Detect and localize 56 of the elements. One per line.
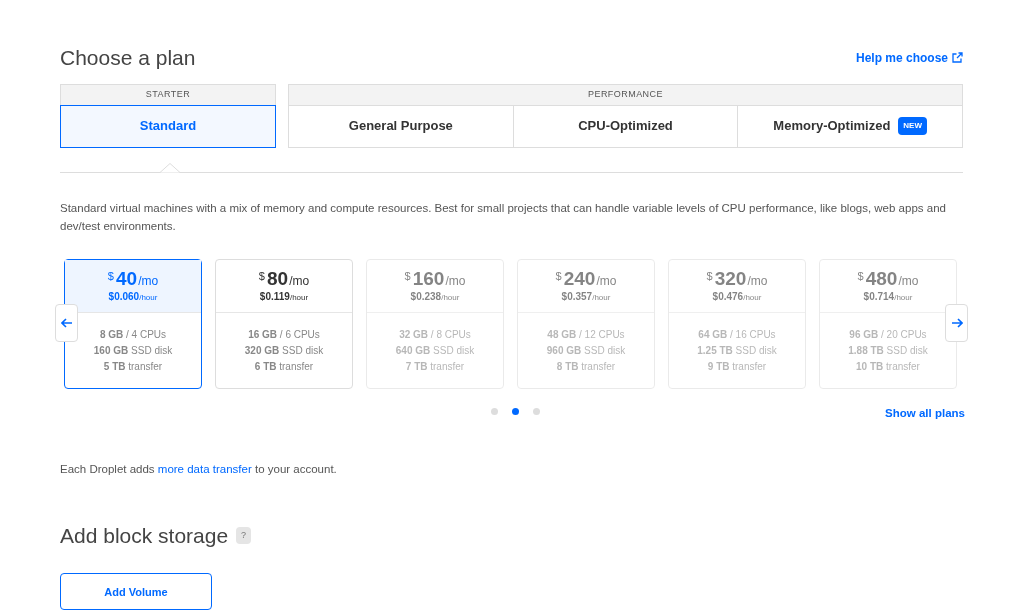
plan-spec: 5 TB transfer bbox=[103, 359, 163, 373]
plan-spec: 960 GB SSD disk bbox=[546, 343, 626, 357]
plan-spec: 64 GB / 16 CPUs bbox=[698, 327, 776, 341]
hourly-price: $0.119/hour bbox=[259, 292, 309, 302]
monthly-price: $320/mo bbox=[706, 269, 768, 288]
plan-spec: 16 GB / 6 CPUs bbox=[248, 327, 320, 341]
plan-spec: 32 GB / 8 CPUs bbox=[399, 327, 471, 341]
hourly-price: $0.357/hour bbox=[561, 292, 611, 302]
data-transfer-link[interactable]: more data transfer bbox=[157, 462, 252, 475]
plan-spec: 640 GB SSD disk bbox=[395, 343, 475, 357]
plan-card[interactable]: $40/mo $0.060/hour 8 GB / 4 CPUs 160 GB SSD disk 5 TB transfer bbox=[64, 258, 202, 389]
plan-type-tab[interactable]: General Purpose bbox=[288, 104, 514, 148]
show-all-plans-link[interactable]: Show all plans bbox=[885, 404, 965, 422]
add-volume-button[interactable]: Add Volume bbox=[60, 573, 212, 611]
left-arrow-icon bbox=[60, 317, 73, 328]
plan-spec: 8 TB transfer bbox=[556, 359, 616, 373]
plan-spec: 160 GB SSD disk bbox=[93, 343, 173, 357]
plan-type-tab[interactable]: Memory-Optimized NEW bbox=[738, 104, 963, 148]
next-button[interactable] bbox=[945, 303, 968, 342]
monthly-price: $80/mo bbox=[258, 269, 310, 288]
monthly-price: $240/mo bbox=[555, 269, 617, 288]
monthly-price: $160/mo bbox=[404, 269, 466, 288]
hourly-price: $0.476/hour bbox=[712, 292, 762, 302]
hourly-price: $0.060/hour bbox=[108, 292, 158, 302]
help-badge[interactable]: ? bbox=[236, 526, 252, 545]
plan-card[interactable]: $160/mo $0.238/hour 32 GB / 8 CPUs 640 GB SSD disk 7 TB transfer bbox=[366, 258, 504, 389]
plan-spec: 8 GB / 4 CPUs bbox=[99, 327, 167, 341]
group-label: PERFORMANCE bbox=[288, 83, 963, 105]
previous-button[interactable] bbox=[55, 303, 78, 342]
hourly-price: $0.714/hour bbox=[863, 292, 913, 302]
monthly-price: $40/mo bbox=[107, 269, 159, 288]
plan-spec: 48 GB / 12 CPUs bbox=[547, 327, 625, 341]
plan-spec: 96 GB / 20 CPUs bbox=[849, 327, 927, 341]
help-link[interactable]: Help me choose bbox=[855, 48, 963, 67]
plan-type-tab[interactable]: CPU-Optimized bbox=[513, 104, 739, 148]
section-title: Choose a plan bbox=[60, 45, 196, 71]
plan-spec: 1.88 TB SSD disk bbox=[848, 343, 928, 357]
plan-type-tab[interactable]: Standard bbox=[60, 104, 276, 148]
plan-spec: 320 GB SSD disk bbox=[244, 343, 324, 357]
plan-card[interactable]: $240/mo $0.357/hour 48 GB / 12 CPUs 960 GB SSD disk 8 TB transfer bbox=[517, 258, 655, 389]
plan-description: Standard virtual machines with a mix of memory and compute resources. Best for small projects that can handle variable levels of CPU performance, like blogs, web apps and dev/test environments. bbox=[60, 200, 947, 234]
monthly-price: $480/mo bbox=[857, 269, 919, 288]
transfer-note: Each Droplet adds more data transfer to your account. bbox=[60, 461, 338, 477]
plan-card[interactable]: $320/mo $0.476/hour 64 GB / 16 CPUs 1.25 TB SSD disk 9 TB transfer bbox=[668, 258, 806, 389]
hourly-price: $0.238/hour bbox=[410, 292, 460, 302]
plan-spec: 9 TB transfer bbox=[707, 359, 767, 373]
plan-spec: 10 TB transfer bbox=[856, 359, 920, 373]
group-label: STARTER bbox=[60, 83, 276, 105]
right-arrow-icon bbox=[950, 317, 963, 328]
plan-spec: 6 TB transfer bbox=[254, 359, 314, 373]
external-link-icon bbox=[952, 52, 963, 64]
plan-spec: 7 TB transfer bbox=[405, 359, 465, 373]
new-badge: NEW bbox=[898, 117, 927, 135]
plan-card[interactable]: $80/mo $0.119/hour 16 GB / 6 CPUs 320 GB SSD disk 6 TB transfer bbox=[215, 258, 353, 389]
section-title: Add block storage bbox=[60, 522, 229, 549]
plan-spec: 1.25 TB SSD disk bbox=[697, 343, 777, 357]
